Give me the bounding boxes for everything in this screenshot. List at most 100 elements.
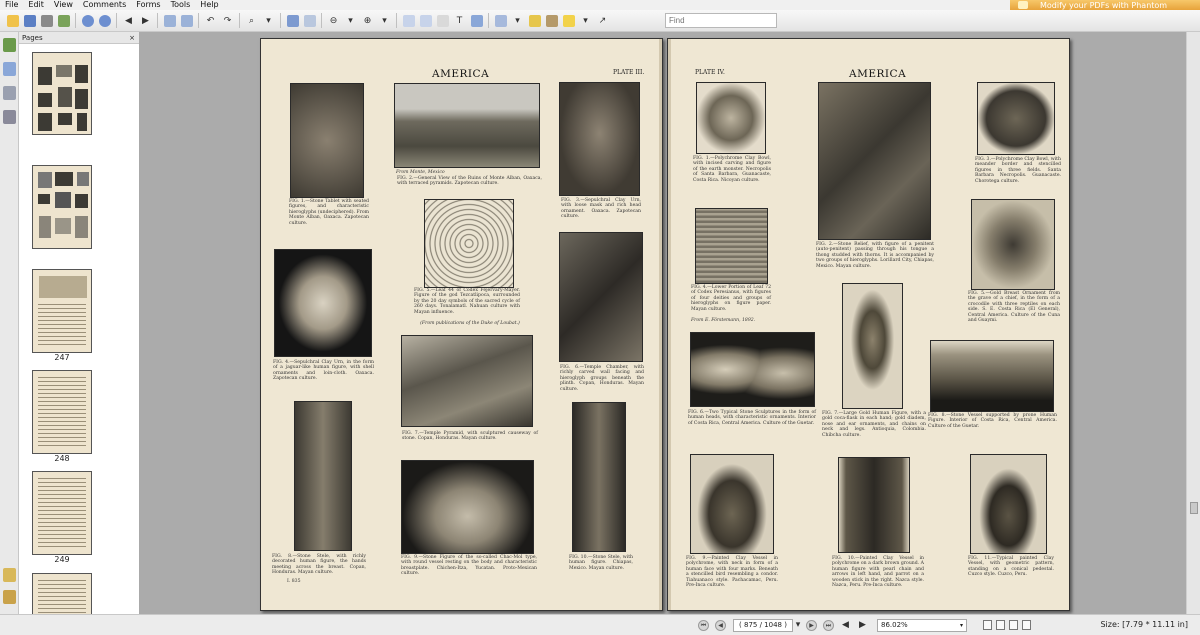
chevron-down-icon[interactable]: ▾ — [794, 618, 802, 633]
toolbar-separator — [396, 13, 397, 28]
zoom-in-icon[interactable]: ⊕ — [360, 13, 375, 28]
page-size-label: Size: [7.79 * 11.11 in] — [1100, 620, 1188, 629]
zoom-out-icon[interactable]: ⊖ — [326, 13, 341, 28]
paste-icon[interactable] — [179, 13, 194, 28]
page-plate-iv: PLATE IV. AMERICA FIG. 1.—Polychrome Cla… — [667, 38, 1070, 611]
close-icon[interactable]: × — [129, 32, 135, 44]
stone-vessel-photo — [930, 340, 1054, 412]
chevron-down-icon[interactable]: ▾ — [343, 13, 358, 28]
zoom-tool-icon[interactable]: ⌕ — [244, 13, 259, 28]
document-scrollbar[interactable] — [1186, 32, 1200, 614]
first-page-icon[interactable]: ⏮ — [698, 619, 709, 631]
zoom-dropdown[interactable]: 86.02% — [877, 618, 967, 632]
page-indicator[interactable]: ( 875 / 1048 ) — [733, 618, 793, 632]
page-thumbnail[interactable] — [32, 573, 92, 614]
caption-fig-1: FIG. 1.—Stone Tablet with seated figures… — [289, 199, 369, 226]
caption-fig-4: FIG. 4.—Lower Portion of Leaf 72 of Code… — [691, 285, 771, 312]
caption-fig-11: FIG. 11.—Typical painted Clay Vessel, wi… — [968, 556, 1054, 578]
toolbar-separator — [198, 13, 199, 28]
plate-number: PLATE III. — [613, 69, 645, 76]
scrollbar-thumb[interactable] — [1190, 502, 1198, 514]
continuous-icon[interactable] — [996, 620, 1005, 630]
open-folder-icon[interactable] — [5, 13, 20, 28]
text-select-icon[interactable]: T — [452, 13, 467, 28]
continuous-facing-icon[interactable] — [1022, 620, 1031, 630]
toolbar-separator — [280, 13, 281, 28]
previous-page-icon[interactable]: ◀ — [715, 619, 726, 631]
menu-edit[interactable]: Edit — [23, 0, 49, 10]
back-arrow-icon[interactable]: ◀ — [121, 13, 136, 28]
snapshot-icon[interactable] — [418, 13, 433, 28]
clay-urn-photo — [559, 82, 640, 196]
chevron-down-icon[interactable]: ▾ — [261, 13, 276, 28]
stone-tablet-photo — [290, 83, 364, 198]
undo-icon[interactable]: ↶ — [203, 13, 218, 28]
page-thumbnail[interactable] — [32, 52, 92, 135]
stone-stele-chiapas-photo — [572, 402, 626, 552]
last-page-icon[interactable]: ⏭ — [823, 619, 834, 631]
chevron-down-icon[interactable]: ▾ — [578, 13, 593, 28]
hand-tool-icon[interactable] — [401, 13, 416, 28]
edit-icon[interactable] — [493, 13, 508, 28]
facing-icon[interactable] — [1009, 620, 1018, 630]
email-icon[interactable] — [56, 13, 71, 28]
caption-fig-6: FIG. 6.—Two Typical Stone Sculptures in … — [688, 410, 816, 426]
menu-forms[interactable]: Forms — [131, 0, 165, 10]
single-page-icon[interactable] — [983, 620, 992, 630]
page-thumbnail[interactable] — [32, 165, 92, 249]
toolbar: ◀ ▶ ↶ ↷ ⌕ ▾ ⊖ ▾ ⊕ ▾ T ▾ ▾ ↗ — [0, 10, 1200, 32]
page-binding — [668, 39, 671, 610]
page-thumbnail[interactable] — [32, 370, 92, 454]
bookmarks-tab-icon[interactable] — [3, 62, 16, 76]
copy-icon[interactable] — [162, 13, 177, 28]
note-icon[interactable] — [561, 13, 576, 28]
comments-tab-icon[interactable] — [3, 86, 16, 100]
chevron-down-icon[interactable]: ▾ — [510, 13, 525, 28]
caption-fig-8: FIG. 8.—Stone Stele, with richly decorat… — [272, 554, 366, 576]
codex-peresianus-photo — [695, 208, 768, 284]
caption-fig-8: FIG. 8.—Stone Vessel supported by prone … — [928, 413, 1057, 429]
caption-fig-5: FIG. 5.—Gold Breast Ornament from the gr… — [968, 291, 1060, 324]
fit-page-icon[interactable] — [285, 13, 300, 28]
status-bar: ⏮ ◀ ( 875 / 1048 ) ▾ ▶ ⏭ ◀ ▶ 86.02% Size… — [0, 614, 1200, 635]
attachments-tab-icon[interactable] — [3, 568, 16, 582]
stamp-icon[interactable] — [544, 13, 559, 28]
print-icon[interactable] — [39, 13, 54, 28]
caption-fig-4-credit: From E. Förstemann, 1892. — [691, 318, 756, 323]
back-view-icon[interactable]: ◀ — [838, 618, 853, 633]
find-input[interactable] — [665, 13, 777, 28]
page-thumbnail[interactable] — [32, 471, 92, 555]
forward-arrow-icon[interactable]: ▶ — [138, 13, 153, 28]
select-tool-icon[interactable] — [435, 13, 450, 28]
fit-width-icon[interactable] — [302, 13, 317, 28]
arrow-tool-icon[interactable]: ↗ — [595, 13, 610, 28]
stone-heads-photo — [690, 332, 815, 407]
image-select-icon[interactable] — [469, 13, 484, 28]
highlight-icon[interactable] — [527, 13, 542, 28]
forward-view-icon[interactable]: ▶ — [855, 618, 870, 633]
page-down-icon[interactable] — [97, 13, 112, 28]
gold-breast-ornament-photo — [971, 199, 1055, 290]
chac-mol-photo — [401, 460, 534, 554]
menu-comments[interactable]: Comments — [78, 0, 131, 10]
phantom-promo-button[interactable]: Modify your PDFs with Phantom — [1010, 0, 1200, 10]
page-up-icon[interactable] — [80, 13, 95, 28]
pages-tab-icon[interactable] — [3, 38, 16, 52]
menu-help[interactable]: Help — [195, 0, 223, 10]
jaguar-urn-photo — [274, 249, 372, 357]
menu-view[interactable]: View — [49, 0, 78, 10]
save-icon[interactable] — [22, 13, 37, 28]
document-viewer[interactable]: AMERICA PLATE III. FIG. 1.—Stone Tablet … — [140, 32, 1186, 614]
page-thumbnail[interactable] — [32, 269, 92, 353]
next-page-icon[interactable]: ▶ — [806, 619, 817, 631]
toolbar-separator — [116, 13, 117, 28]
redo-icon[interactable]: ↷ — [220, 13, 235, 28]
page-plate-iii: AMERICA PLATE III. FIG. 1.—Stone Tablet … — [260, 38, 663, 611]
phantom-icon — [1018, 1, 1028, 9]
menu-tools[interactable]: Tools — [166, 0, 196, 10]
layers-tab-icon[interactable] — [3, 110, 16, 124]
chevron-down-icon[interactable]: ▾ — [377, 13, 392, 28]
caption-fig-7: FIG. 7.—Large Gold Human Figure, with a … — [822, 411, 926, 438]
menu-file[interactable]: File — [0, 0, 23, 10]
signatures-tab-icon[interactable] — [3, 590, 16, 604]
